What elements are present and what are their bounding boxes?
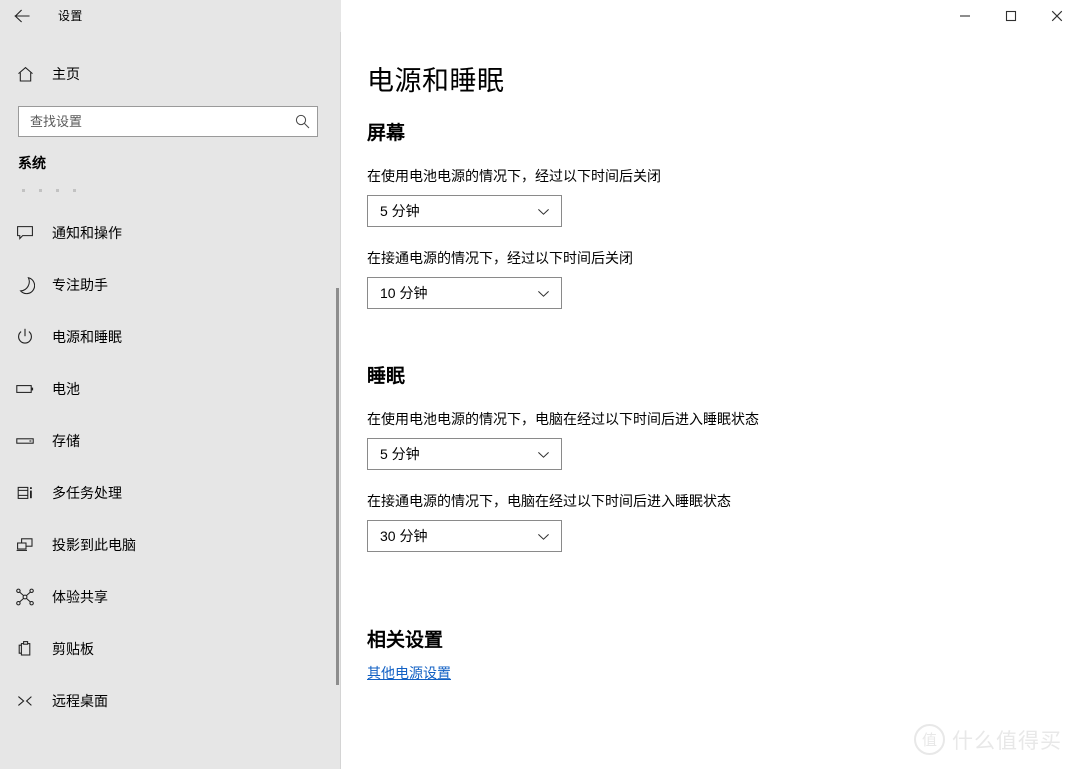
title-bar-left: 设置 bbox=[0, 0, 341, 32]
sidebar: 主页 系统 bbox=[0, 32, 341, 769]
sidebar-item-shared-experiences[interactable]: 体验共享 bbox=[0, 571, 341, 623]
sidebar-item-label: 多任务处理 bbox=[52, 485, 122, 501]
screen-battery-dropdown[interactable]: 5 分钟 bbox=[367, 195, 562, 227]
home-icon bbox=[10, 65, 40, 84]
sleep-battery-label: 在使用电池电源的情况下，电脑在经过以下时间后进入睡眠状态 bbox=[367, 411, 759, 427]
search-box[interactable] bbox=[18, 106, 318, 137]
sidebar-item-multitasking[interactable]: 多任务处理 bbox=[0, 467, 341, 519]
sidebar-item-label: 通知和操作 bbox=[52, 225, 122, 241]
dot bbox=[73, 188, 76, 192]
chevron-down-icon bbox=[537, 287, 561, 300]
minimize-button[interactable] bbox=[942, 0, 988, 32]
sidebar-truncated-item-dots bbox=[0, 179, 341, 201]
window-controls bbox=[942, 0, 1080, 32]
dot bbox=[22, 188, 25, 192]
sidebar-item-focus-assist[interactable]: 专注助手 bbox=[0, 259, 341, 311]
sidebar-item-label: 体验共享 bbox=[52, 589, 108, 605]
dropdown-value: 5 分钟 bbox=[380, 203, 420, 219]
dropdown-value: 30 分钟 bbox=[380, 528, 428, 544]
notifications-icon bbox=[10, 223, 40, 243]
sidebar-home-label: 主页 bbox=[52, 66, 80, 82]
close-button[interactable] bbox=[1034, 0, 1080, 32]
chevron-down-icon bbox=[537, 448, 561, 461]
sidebar-item-label: 投影到此电脑 bbox=[52, 537, 136, 553]
maximize-icon bbox=[1005, 10, 1017, 22]
clipboard-icon bbox=[10, 639, 40, 659]
title-bar: 设置 bbox=[0, 0, 1080, 32]
close-icon bbox=[1051, 10, 1063, 22]
moon-icon bbox=[10, 275, 40, 295]
sidebar-item-label: 电源和睡眠 bbox=[52, 329, 122, 345]
sidebar-item-label: 专注助手 bbox=[52, 277, 108, 293]
dot bbox=[56, 188, 59, 192]
storage-icon bbox=[10, 431, 40, 451]
sleep-plugged-dropdown[interactable]: 30 分钟 bbox=[367, 520, 562, 552]
sidebar-item-label: 远程桌面 bbox=[52, 693, 108, 709]
sidebar-item-storage[interactable]: 存储 bbox=[0, 415, 341, 467]
multitasking-icon bbox=[10, 483, 40, 503]
battery-icon bbox=[10, 379, 40, 399]
sidebar-item-remote-desktop[interactable]: 远程桌面 bbox=[0, 675, 341, 727]
sidebar-category-title: 系统 bbox=[18, 155, 46, 171]
page-title: 电源和睡眠 bbox=[367, 66, 505, 96]
related-settings-heading: 相关设置 bbox=[367, 630, 444, 651]
settings-window: 设置 主页 查找设置 系统 通知和操作 专注助手 电源和睡眠 电池 存储 多任务… bbox=[0, 0, 1080, 769]
sidebar-nav-list: 通知和操作 专注助手 电源和睡眠 电池 存储 多任务处理 投影到此电脑 体验共享… bbox=[0, 207, 341, 727]
back-button[interactable] bbox=[0, 0, 44, 32]
sidebar-item-home[interactable]: 主页 bbox=[0, 55, 341, 93]
sidebar-item-power-and-sleep[interactable]: 电源和睡眠 bbox=[0, 311, 341, 363]
search-icon bbox=[295, 114, 309, 129]
shared-experiences-icon bbox=[10, 587, 40, 607]
search-button[interactable] bbox=[287, 107, 317, 136]
other-power-settings-link[interactable]: 其他电源设置 bbox=[367, 663, 451, 683]
screen-plugged-dropdown[interactable]: 10 分钟 bbox=[367, 277, 562, 309]
sidebar-item-label: 存储 bbox=[52, 433, 80, 449]
back-arrow-icon bbox=[14, 9, 30, 23]
sleep-plugged-label: 在接通电源的情况下，电脑在经过以下时间后进入睡眠状态 bbox=[367, 493, 731, 509]
minimize-icon bbox=[960, 15, 970, 17]
title-bar-right bbox=[341, 0, 1080, 32]
sleep-battery-dropdown[interactable]: 5 分钟 bbox=[367, 438, 562, 470]
search-input[interactable] bbox=[19, 108, 287, 135]
screen-section-heading: 屏幕 bbox=[367, 123, 406, 144]
dropdown-value: 5 分钟 bbox=[380, 446, 420, 462]
sidebar-item-notifications[interactable]: 通知和操作 bbox=[0, 207, 341, 259]
chevron-down-icon bbox=[537, 530, 561, 543]
dot bbox=[39, 188, 42, 192]
dropdown-value: 10 分钟 bbox=[380, 285, 428, 301]
sleep-section-heading: 睡眠 bbox=[367, 366, 406, 387]
maximize-button[interactable] bbox=[988, 0, 1034, 32]
app-title: 设置 bbox=[58, 9, 83, 23]
sidebar-item-projecting[interactable]: 投影到此电脑 bbox=[0, 519, 341, 571]
projecting-icon bbox=[10, 535, 40, 555]
remote-desktop-icon bbox=[10, 691, 40, 711]
power-icon bbox=[10, 327, 40, 347]
chevron-down-icon bbox=[537, 205, 561, 218]
sidebar-item-clipboard[interactable]: 剪贴板 bbox=[0, 623, 341, 675]
sidebar-scrollbar[interactable] bbox=[336, 288, 339, 685]
sidebar-item-label: 电池 bbox=[52, 381, 80, 397]
related-spacer bbox=[341, 552, 1080, 625]
sidebar-item-label: 剪贴板 bbox=[52, 641, 94, 657]
sidebar-item-battery[interactable]: 电池 bbox=[0, 363, 341, 415]
screen-battery-label: 在使用电池电源的情况下，经过以下时间后关闭 bbox=[367, 168, 661, 184]
main-content: 电源和睡眠 屏幕 在使用电池电源的情况下，经过以下时间后关闭 5 分钟 在接通电… bbox=[341, 32, 1080, 769]
screen-plugged-label: 在接通电源的情况下，经过以下时间后关闭 bbox=[367, 250, 633, 266]
